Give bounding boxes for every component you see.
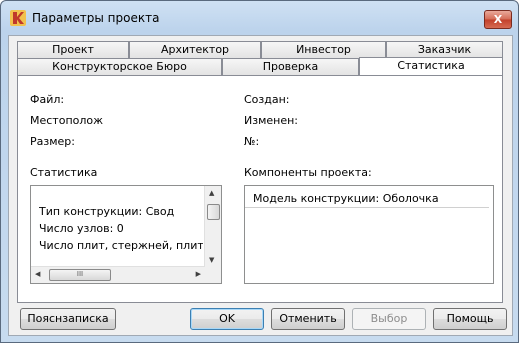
list-item: Тип конструкции: Свод [39, 205, 175, 218]
tab-label: Архитектор [160, 43, 230, 56]
select-button: Выбор [352, 308, 426, 330]
components-list[interactable]: Модель конструкции: Оболочка [244, 185, 494, 284]
scroll-up-icon[interactable]: ▲ [209, 189, 214, 197]
tab-verification[interactable]: Проверка [222, 58, 359, 75]
list-item: Число плит, стержней, плит и об [39, 239, 203, 252]
tab-label: Конструкторское Бюро [52, 60, 187, 73]
app-logo-icon [10, 10, 26, 26]
title-bar[interactable]: Параметры проекта X [1, 1, 518, 35]
vertical-scrollbar[interactable]: ▲ ▼ [204, 186, 221, 267]
statistics-lines: Тип конструкции: Свод Число узлов: 0 Чис… [39, 203, 203, 265]
modified-label: Изменен: [244, 114, 299, 127]
tab-architect[interactable]: Архитектор [129, 41, 261, 58]
horizontal-scroll-thumb[interactable]: III [49, 269, 111, 281]
tab-label: Заказчик [417, 43, 472, 56]
tab-label: Проект [52, 43, 94, 56]
tab-label: Инвестор [296, 43, 351, 56]
cancel-button[interactable]: Отменить [271, 308, 345, 330]
list-item: Число узлов: 0 [39, 222, 124, 235]
close-button[interactable]: X [484, 10, 512, 29]
dialog-window: Параметры проекта X Проект Архитектор Ин… [0, 0, 519, 343]
tab-project[interactable]: Проект [17, 41, 129, 58]
tab-statistics[interactable]: Статистика [359, 57, 503, 75]
components-label: Компоненты проекта: [244, 166, 372, 179]
created-label: Создан: [244, 93, 290, 106]
tab-customer[interactable]: Заказчик [386, 41, 503, 58]
number-label: №: [244, 135, 260, 148]
dialog-client-area: Проект Архитектор Инвестор Заказчик Конс… [8, 35, 513, 336]
window-title: Параметры проекта [32, 11, 160, 25]
close-icon: X [493, 13, 503, 26]
tab-label: Статистика [397, 59, 465, 72]
list-item[interactable]: Модель конструкции: Оболочка [245, 189, 489, 208]
vertical-scroll-thumb[interactable] [207, 204, 220, 220]
horizontal-scrollbar[interactable]: ◀ III ▶ [31, 266, 205, 283]
scroll-left-icon[interactable]: ◀ [35, 270, 40, 278]
tab-investor[interactable]: Инвестор [261, 41, 386, 58]
explanatory-note-button[interactable]: Пояснзаписка [20, 308, 116, 330]
statistics-list[interactable]: Тип конструкции: Свод Число узлов: 0 Чис… [30, 185, 222, 284]
tab-design-bureau[interactable]: Конструкторское Бюро [17, 58, 222, 75]
statistics-panel: Файл: Местополож Размер: Создан: Изменен… [17, 75, 503, 303]
tab-label: Проверка [262, 60, 319, 73]
grip-icon: III [76, 270, 84, 278]
scroll-down-icon[interactable]: ▼ [209, 256, 214, 264]
file-label: Файл: [30, 93, 65, 106]
size-label: Размер: [30, 135, 75, 148]
ok-button[interactable]: OK [190, 308, 264, 330]
help-button[interactable]: Помощь [433, 308, 507, 330]
scroll-corner [205, 267, 221, 283]
statistics-label: Статистика [30, 166, 98, 179]
scroll-right-icon[interactable]: ▶ [196, 270, 201, 278]
location-label: Местополож [30, 114, 104, 127]
